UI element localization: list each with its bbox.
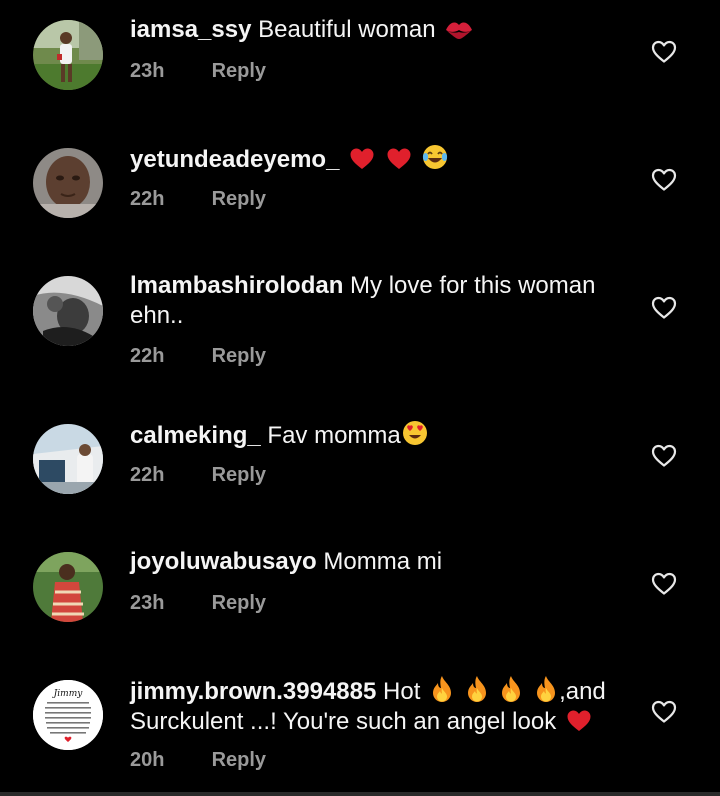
comment-meta: 23h Reply [130,592,266,615]
username[interactable]: yetundeadeyemo_ [130,146,339,173]
avatar-title: Jimmy [52,689,84,699]
comment-meta: 20h Reply [130,749,266,772]
reply-button[interactable]: Reply [212,345,266,368]
username[interactable]: lmambashirolodan [130,272,343,299]
avatar[interactable]: Jimmy [33,680,103,750]
reply-button[interactable]: Reply [212,749,266,772]
timestamp: 20h [130,749,165,771]
comment-body: Hot [383,678,421,705]
comment-text: yetundeadeyemo_ [130,143,630,175]
username[interactable]: joyoluwabusayo [130,548,317,575]
avatar[interactable] [33,148,103,218]
reply-button[interactable]: Reply [212,592,266,615]
like-heart-icon[interactable] [651,700,677,724]
username[interactable]: calmeking_ [130,422,261,449]
comment-meta: 22h Reply [130,464,266,487]
fire-icon [433,676,452,702]
like-heart-icon[interactable] [651,40,677,64]
timestamp: 22h [130,188,165,210]
fire-icon [502,676,521,702]
comment-body: Beautiful woman [258,16,436,43]
reply-button[interactable]: Reply [212,464,266,487]
avatar[interactable] [33,276,103,346]
heart-eyes-icon [402,421,427,445]
timestamp: 22h [130,345,165,367]
comment-body: Momma mi [323,548,443,575]
comment-text: jimmy.brown.3994885 Hot ,and Surckulent … [130,675,630,737]
kiss-mark-icon [446,22,473,39]
like-heart-icon[interactable] [651,168,677,192]
username[interactable]: iamsa_ssy [130,16,251,43]
red-heart-icon [567,710,591,731]
timestamp: 23h [130,592,165,614]
tears-of-joy-icon [423,145,448,169]
avatar[interactable] [33,20,103,90]
comment-meta: 23h Reply [130,60,266,83]
fire-icon [467,676,486,702]
comment-text: joyoluwabusayo Momma mi [130,547,630,577]
comment-meta: 22h Reply [130,188,266,211]
timestamp: 22h [130,464,165,486]
comment-meta: 22h Reply [130,345,266,368]
reply-button[interactable]: Reply [212,188,266,211]
comment-text: lmambashirolodan My love for this woman … [130,271,630,331]
username[interactable]: jimmy.brown.3994885 [130,678,376,705]
red-heart-icon [387,148,411,169]
like-heart-icon[interactable] [651,444,677,468]
red-heart-icon [350,148,374,169]
comment-body: Fav momma [267,422,401,449]
avatar[interactable] [33,424,103,494]
like-heart-icon[interactable] [651,296,677,320]
comment-text: iamsa_ssy Beautiful woman [130,15,630,45]
fire-icon [537,676,556,702]
bottom-divider [0,792,720,796]
comment-text: calmeking_ Fav momma [130,419,630,451]
like-heart-icon[interactable] [651,572,677,596]
avatar[interactable] [33,552,103,622]
timestamp: 23h [130,60,165,82]
reply-button[interactable]: Reply [212,60,266,83]
